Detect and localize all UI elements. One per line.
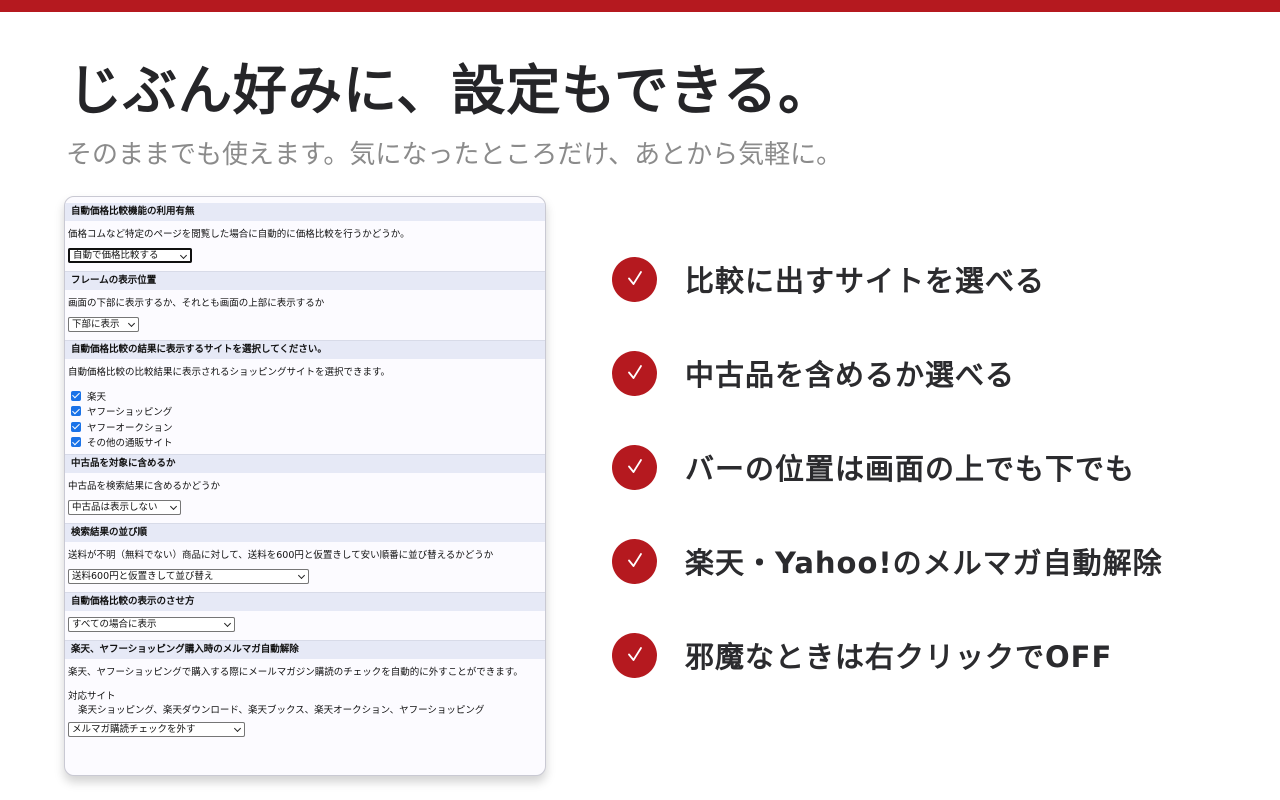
checkbox-label: ヤフーオークション [87,422,173,434]
settings-screenshot-panel: 自動価格比較機能の利用有無 価格コムなど特定のページを閲覧した場合に自動的に価格… [64,196,546,776]
feature-label: 邪魔なときは右クリックでOFF [685,640,1113,674]
section-desc: 自動価格比較の比較結果に表示されるショッピングサイトを選択できます。 [68,367,391,378]
check-circle-icon [612,444,657,490]
section-desc: 中古品を検索結果に含めるかどうか [68,481,221,492]
section-display-mode: すべての場合に表示 [65,611,545,640]
list-item: ヤフーショッピング [71,404,542,420]
section-sites: 自動価格比較の比較結果に表示されるショッピングサイトを選択できます。 楽天 ヤフ… [65,359,545,454]
check-circle-icon [612,538,657,584]
section-desc: 画面の下部に表示するか、それとも画面の上部に表示するか [68,298,325,309]
feature-label: 楽天・Yahoo!のメルマガ自動解除 [685,546,1163,580]
feature-item: 楽天・Yahoo!のメルマガ自動解除 [612,538,1163,584]
yahoo-shopping-checkbox[interactable] [71,406,81,417]
feature-item: 比較に出すサイトを選べる [612,256,1045,302]
section-title-sort-order: 検索結果の並び順 [65,523,545,542]
checkbox-label: その他の通販サイト [87,438,173,450]
section-title-sites: 自動価格比較の結果に表示するサイトを選択してください。 [65,340,545,359]
checkbox-label: ヤフーショッピング [87,407,173,419]
frame-position-select[interactable]: 下部に表示 [68,317,139,332]
section-desc: 価格コムなど特定のページを閲覧した場合に自動的に価格比較を行うかどうか。 [68,229,410,240]
list-item: 楽天 [71,388,542,404]
other-sites-checkbox[interactable] [71,437,81,448]
yahoo-auction-checkbox[interactable] [71,421,81,432]
auto-compare-select[interactable]: 自動で価格比較する [68,248,192,263]
check-circle-icon [612,632,657,678]
section-used-items: 中古品を検索結果に含めるかどうか 中古品は表示しない [65,473,545,523]
checkbox-label: 楽天 [87,391,107,403]
feature-item: 邪魔なときは右クリックでOFF [612,632,1112,678]
feature-label: バーの位置は画面の上でも下でも [685,452,1136,486]
section-newsletter: 楽天、ヤフーショッピングで購入する際にメールマガジン購読のチェックを自動的に外す… [65,659,545,745]
section-title-auto-compare: 自動価格比較機能の利用有無 [65,203,545,221]
section-auto-compare: 価格コムなど特定のページを閲覧した場合に自動的に価格比較を行うかどうか。 自動で… [65,221,545,271]
check-circle-icon [612,350,657,396]
supported-sites-label: 対応サイト [68,691,116,702]
list-item: ヤフーオークション [71,419,542,435]
section-sort-order: 送料が不明（無料でない）商品に対して、送料を600円と仮置きして安い順番に並び替… [65,542,545,592]
top-accent-bar [0,0,1280,12]
section-title-used-items: 中古品を対象に含めるか [65,454,545,473]
check-circle-icon [612,256,657,302]
page-subhead: そのままでも使えます。気になったところだけ、あとから気軽に。 [66,140,843,170]
newsletter-select[interactable]: メルマガ購読チェックを外す [68,722,245,737]
list-item: その他の通販サイト [71,435,542,451]
section-frame-position: 画面の下部に表示するか、それとも画面の上部に表示するか 下部に表示 [65,290,545,340]
feature-label: 中古品を含めるか選べる [685,358,1016,392]
rakuten-checkbox[interactable] [71,390,81,401]
supported-sites-list: 楽天ショッピング、楽天ダウンロード、楽天ブックス、楽天オークション、ヤフーショッ… [78,705,485,716]
sort-order-select[interactable]: 送料600円と仮置きして並び替え [68,569,309,584]
section-title-newsletter: 楽天、ヤフーショッピング購入時のメルマガ自動解除 [65,640,545,659]
feature-label: 比較に出すサイトを選べる [685,264,1046,298]
section-title-display-mode: 自動価格比較の表示のさせ方 [65,592,545,611]
section-desc: 送料が不明（無料でない）商品に対して、送料を600円と仮置きして安い順番に並び替… [68,550,494,561]
feature-item: バーの位置は画面の上でも下でも [612,444,1135,490]
section-desc: 楽天、ヤフーショッピングで購入する際にメールマガジン購読のチェックを自動的に外す… [68,667,523,678]
display-mode-select[interactable]: すべての場合に表示 [68,617,235,632]
page-headline: じぶん好みに、設定もできる。 [68,59,834,122]
used-items-select[interactable]: 中古品は表示しない [68,500,181,515]
section-title-frame-position: フレームの表示位置 [65,271,545,290]
site-checkbox-list: 楽天 ヤフーショッピング ヤフーオークション その他の通販サイト [71,388,542,450]
feature-item: 中古品を含めるか選べる [612,350,1015,396]
